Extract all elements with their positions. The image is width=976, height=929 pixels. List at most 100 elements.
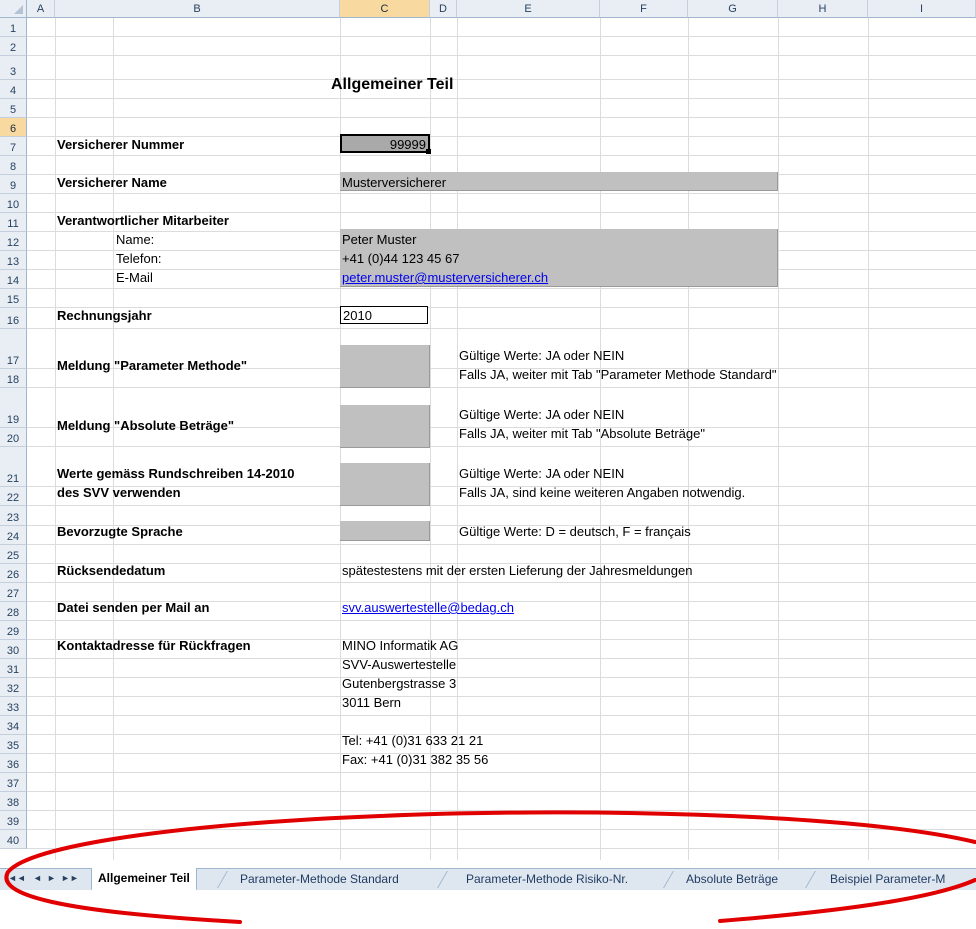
- row-header-14[interactable]: 14: [0, 270, 27, 289]
- row-header-24[interactable]: 24: [0, 526, 27, 545]
- column-header-a[interactable]: A: [27, 0, 55, 18]
- row-header-34[interactable]: 34: [0, 716, 27, 735]
- row-header-16[interactable]: 16: [0, 308, 27, 329]
- row-header-11[interactable]: 11: [0, 213, 27, 232]
- werte-label-line1: Werte gemäss Rundschreiben 14-2010: [57, 466, 295, 481]
- row-header-2[interactable]: 2: [0, 37, 27, 56]
- row-gridline: [27, 288, 976, 289]
- row-gridline: [27, 117, 976, 118]
- row-header-31[interactable]: 31: [0, 659, 27, 678]
- next-sheet-icon[interactable]: ►: [47, 873, 56, 883]
- row-header-18[interactable]: 18: [0, 369, 27, 388]
- spreadsheet-grid[interactable]: A B C D E F G H I 1 2 3 4 5 6 7 8 9 10 11 12 13 14 15 1…: [0, 0, 976, 860]
- row-header-28[interactable]: 28: [0, 602, 27, 621]
- row-header-37[interactable]: 37: [0, 773, 27, 792]
- row-header-40[interactable]: 40: [0, 830, 27, 849]
- row-gridline: [27, 715, 976, 716]
- row-gridline: [27, 810, 976, 811]
- fill-handle[interactable]: [426, 149, 431, 154]
- row-header-30[interactable]: 30: [0, 640, 27, 659]
- datei-email-link[interactable]: svv.auswertestelle@bedag.ch: [342, 600, 514, 615]
- kontakt-line4: 3011 Bern: [342, 695, 402, 710]
- email-link[interactable]: peter.muster@musterversicherer.ch: [342, 270, 548, 285]
- absolute-cell[interactable]: [340, 405, 430, 448]
- row-header-25[interactable]: 25: [0, 545, 27, 564]
- tab-separator: [437, 871, 448, 888]
- row-header-29[interactable]: 29: [0, 621, 27, 640]
- column-header-h[interactable]: H: [778, 0, 868, 18]
- row-header-20[interactable]: 20: [0, 428, 27, 447]
- first-sheet-icon[interactable]: ◄◄: [8, 873, 26, 883]
- column-header-b[interactable]: B: [55, 0, 340, 18]
- row-header-3[interactable]: 3: [0, 56, 27, 80]
- werte-cell[interactable]: [340, 463, 430, 506]
- tab-absolute-betraege[interactable]: Absolute Beträge: [686, 869, 778, 889]
- row-header-39[interactable]: 39: [0, 811, 27, 830]
- rechnungsjahr-value[interactable]: 2010: [343, 308, 372, 323]
- absolute-hint1: Gültige Werte: JA oder NEIN: [459, 407, 625, 422]
- kontakt-fax: Fax: +41 (0)31 382 35 56: [342, 752, 489, 767]
- row-gridline: [27, 307, 976, 308]
- tab-parameter-methode-risiko[interactable]: Parameter-Methode Risiko-Nr.: [466, 869, 628, 889]
- row-header-35[interactable]: 35: [0, 735, 27, 754]
- tab-allgemeiner-teil[interactable]: Allgemeiner Teil: [91, 868, 197, 891]
- row-header-13[interactable]: 13: [0, 251, 27, 270]
- row-header-22[interactable]: 22: [0, 487, 27, 506]
- row-gridline: [27, 505, 976, 506]
- row-header-10[interactable]: 10: [0, 194, 27, 213]
- row-header-6[interactable]: 6: [0, 118, 27, 137]
- column-header-i[interactable]: I: [868, 0, 976, 18]
- tab-beispiel-parameter[interactable]: Beispiel Parameter-M: [830, 869, 945, 889]
- row-header-9[interactable]: 9: [0, 175, 27, 194]
- row-gridline: [27, 753, 976, 754]
- row-gridline: [27, 328, 976, 329]
- column-header-c[interactable]: C: [340, 0, 430, 18]
- row-header-7[interactable]: 7: [0, 137, 27, 156]
- row-header-5[interactable]: 5: [0, 99, 27, 118]
- row-gridline: [27, 658, 976, 659]
- kontakt-line3: Gutenbergstrasse 3: [342, 676, 457, 691]
- row-header-17[interactable]: 17: [0, 329, 27, 369]
- prev-sheet-icon[interactable]: ◄: [33, 873, 42, 883]
- column-header-f[interactable]: F: [600, 0, 688, 18]
- row-header-33[interactable]: 33: [0, 697, 27, 716]
- row-header-38[interactable]: 38: [0, 792, 27, 811]
- tab-parameter-methode-standard[interactable]: Parameter-Methode Standard: [240, 869, 399, 889]
- row-gridline: [27, 582, 976, 583]
- row-gridline: [27, 155, 976, 156]
- row-gridline: [27, 734, 976, 735]
- row-header-1[interactable]: 1: [0, 18, 27, 37]
- versicherer-nummer-value[interactable]: 99999: [340, 137, 426, 152]
- mitarbeiter-label: Verantwortlicher Mitarbeiter: [57, 213, 229, 228]
- telefon-value[interactable]: +41 (0)44 123 45 67: [342, 251, 459, 266]
- row-header-27[interactable]: 27: [0, 583, 27, 602]
- absolute-label: Meldung "Absolute Beträge": [57, 418, 235, 433]
- versicherer-name-value[interactable]: Musterversicherer: [342, 175, 446, 190]
- row-header-15[interactable]: 15: [0, 289, 27, 308]
- row-header-32[interactable]: 32: [0, 678, 27, 697]
- row-header-21[interactable]: 21: [0, 447, 27, 487]
- column-header-g[interactable]: G: [688, 0, 778, 18]
- row-gridline: [27, 544, 976, 545]
- tab-separator: [663, 871, 674, 888]
- row-header-26[interactable]: 26: [0, 564, 27, 583]
- sheet-title: Allgemeiner Teil: [331, 76, 454, 93]
- column-header-d[interactable]: D: [430, 0, 457, 18]
- row-header-4[interactable]: 4: [0, 80, 27, 99]
- row-header-19[interactable]: 19: [0, 388, 27, 428]
- select-all-triangle-icon: [14, 5, 23, 14]
- last-sheet-icon[interactable]: ►►: [61, 873, 79, 883]
- row-header-12[interactable]: 12: [0, 232, 27, 251]
- row-header-8[interactable]: 8: [0, 156, 27, 175]
- tab-separator: [217, 871, 228, 888]
- row-gridline: [27, 791, 976, 792]
- row-header-36[interactable]: 36: [0, 754, 27, 773]
- column-header-e[interactable]: E: [457, 0, 600, 18]
- select-all-corner[interactable]: [0, 0, 27, 18]
- sprache-cell[interactable]: [340, 521, 430, 541]
- row-gridline: [27, 98, 976, 99]
- row-header-23[interactable]: 23: [0, 506, 27, 526]
- param-methode-cell[interactable]: [340, 345, 430, 388]
- name-value[interactable]: Peter Muster: [342, 232, 416, 247]
- row-gridline: [27, 446, 976, 447]
